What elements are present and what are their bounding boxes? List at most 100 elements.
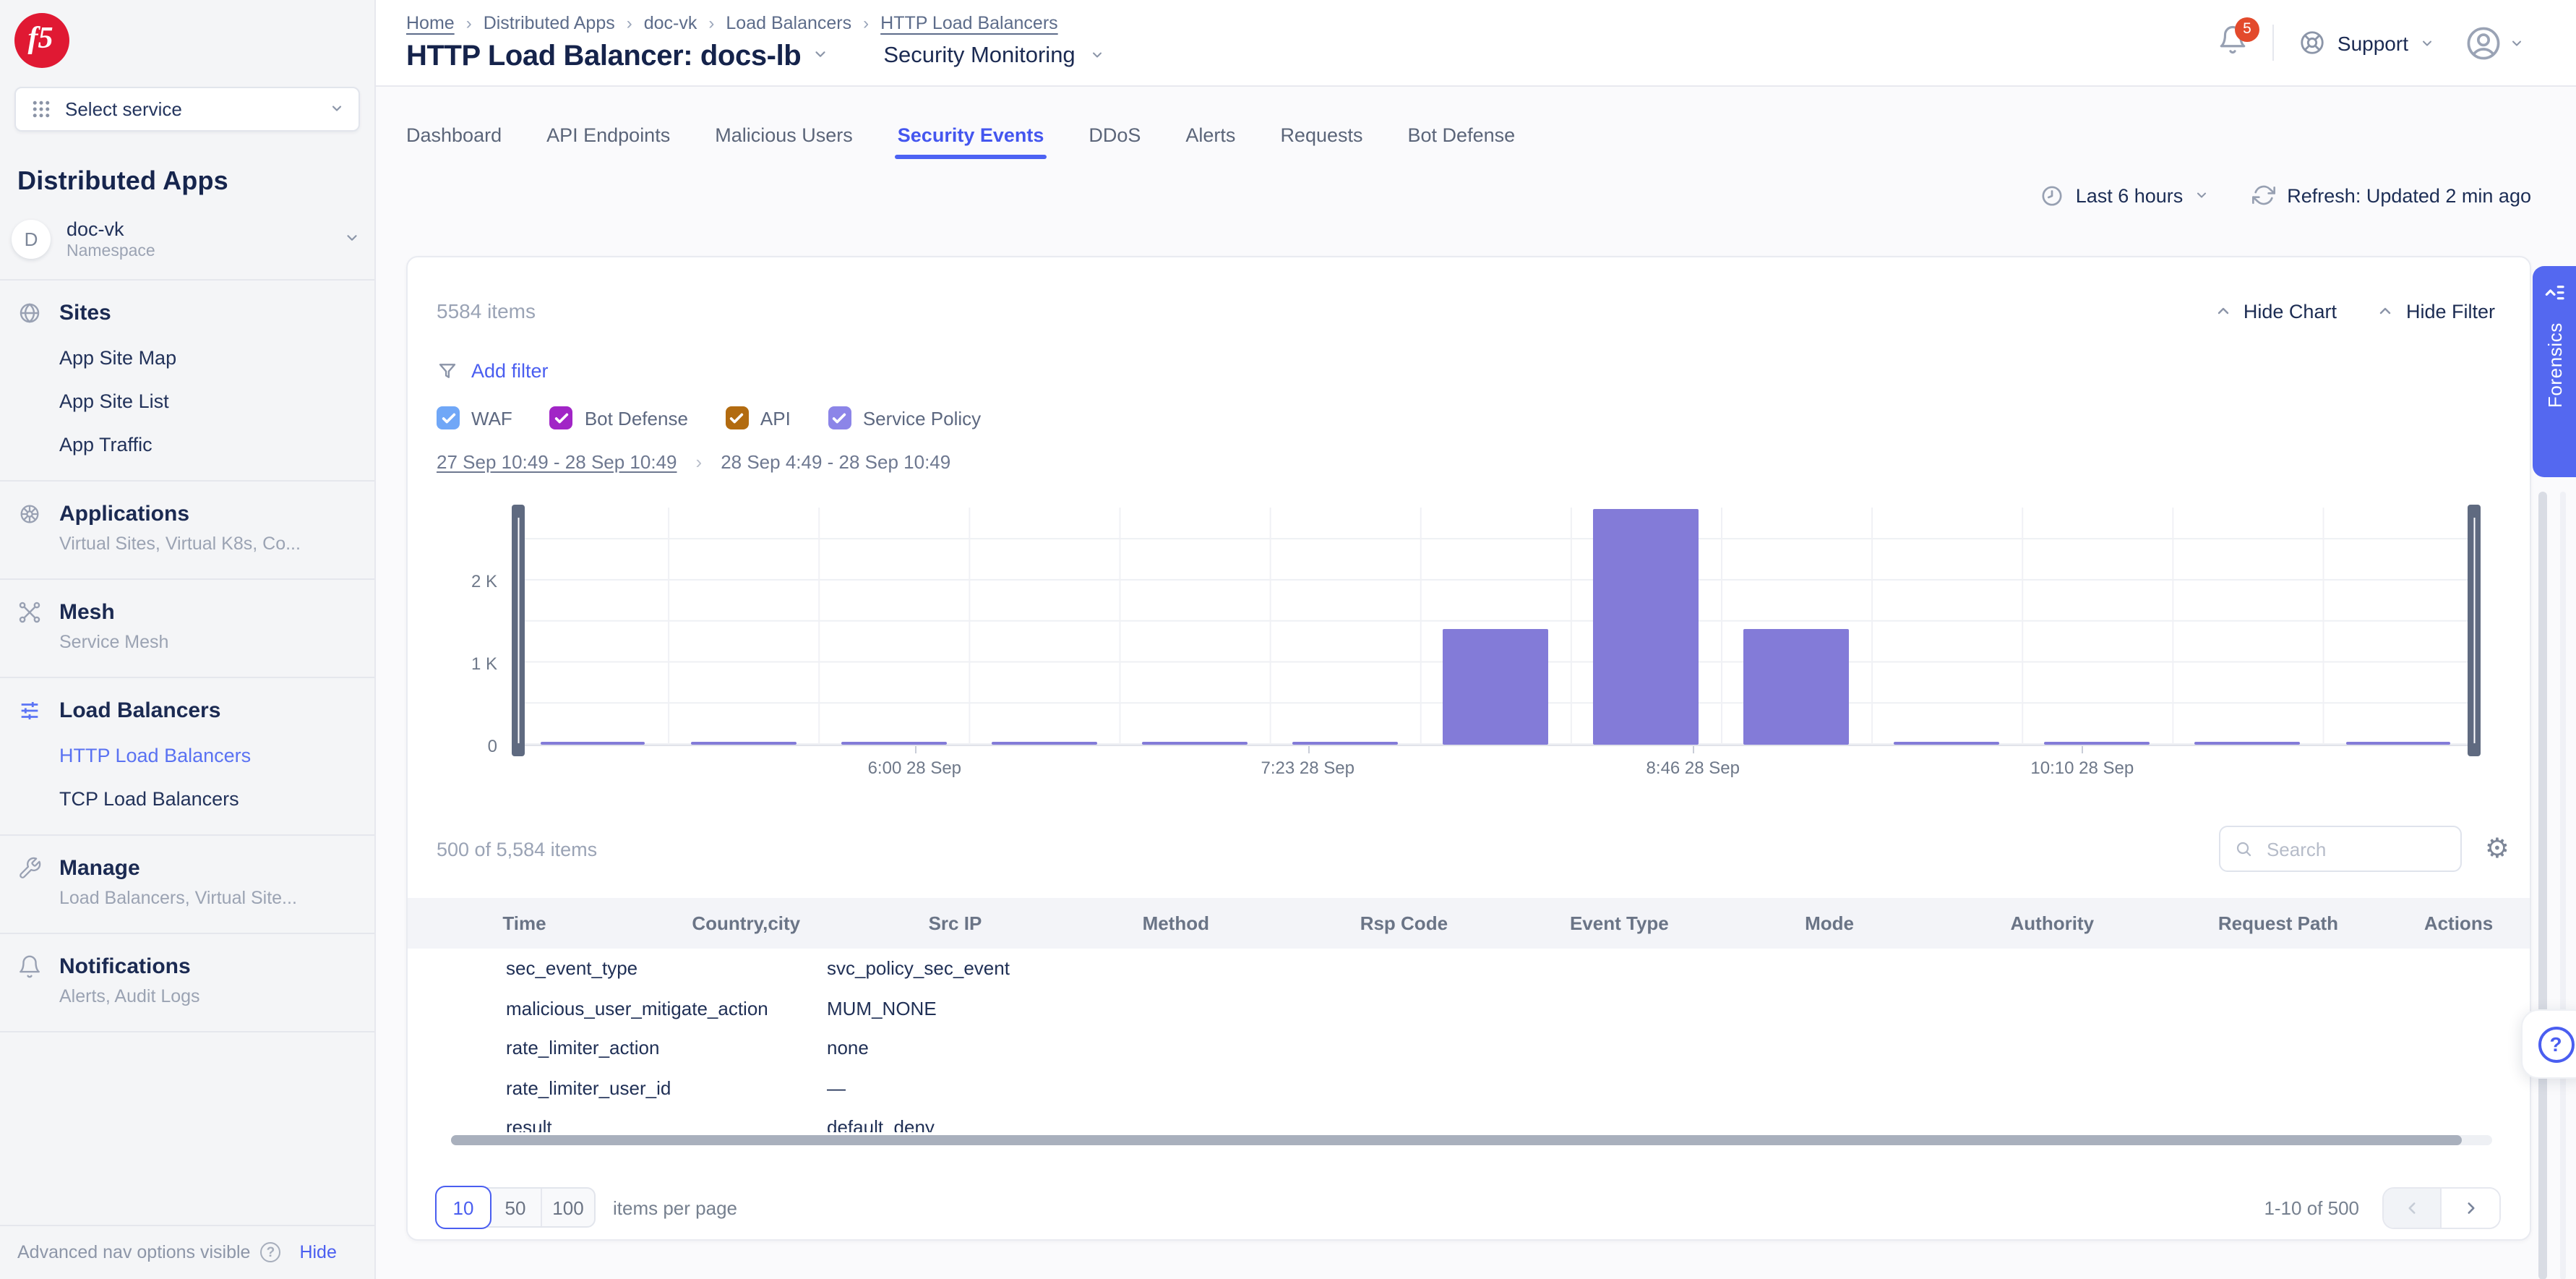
column-header-actions: Actions — [2387, 912, 2530, 934]
filter-checkbox-service-policy[interactable]: Service Policy — [828, 403, 981, 432]
page-size-selector: 1050100 — [437, 1187, 596, 1228]
table-detail-row: sec_event_typesvc_policy_sec_event — [408, 949, 2530, 988]
column-header-mode: Mode — [1723, 912, 1936, 934]
filter-checkbox-bot-defense[interactable]: Bot Defense — [550, 403, 688, 432]
range-slider-left-handle[interactable] — [512, 505, 525, 756]
column-header-src-ip: Src IP — [851, 912, 1060, 934]
tab-ddos[interactable]: DDoS — [1089, 106, 1141, 163]
column-header-event-type: Event Type — [1516, 912, 1724, 934]
vertical-scrollbar-thumb[interactable] — [2538, 492, 2547, 1279]
check-icon — [440, 410, 456, 426]
select-service-label: Select service — [65, 98, 182, 120]
funnel-icon — [437, 359, 458, 381]
tab-bot-defense[interactable]: Bot Defense — [1408, 106, 1516, 163]
breadcrumb-item[interactable]: Distributed Apps — [484, 12, 615, 33]
sidebar-item-http-load-balancers[interactable]: HTTP Load Balancers — [59, 745, 357, 766]
tab-requests[interactable]: Requests — [1280, 106, 1362, 163]
hide-chart-button[interactable]: Hide Chart — [2215, 300, 2337, 322]
chart-bar — [690, 742, 796, 745]
chevron-right-icon: › — [708, 12, 714, 33]
notifications-button[interactable]: 5 — [2217, 24, 2248, 61]
checkbox — [437, 406, 460, 429]
hide-filter-button[interactable]: Hide Filter — [2377, 300, 2495, 322]
f5-logo[interactable]: f5 — [14, 13, 69, 68]
namespace-selector[interactable]: D doc-vk Namespace — [12, 218, 360, 260]
sidebar-section-title[interactable]: Load Balancers — [17, 698, 357, 723]
sidebar-section-title[interactable]: Notifications — [17, 954, 357, 979]
items-count: 5584 items — [437, 299, 536, 322]
main-column: Home›Distributed Apps›doc-vk›Load Balanc… — [376, 0, 2576, 1279]
breadcrumb-item[interactable]: Home — [406, 12, 455, 33]
select-service-dropdown[interactable]: Select service — [14, 87, 360, 132]
tab-malicious-users[interactable]: Malicious Users — [715, 106, 853, 163]
next-page-button[interactable] — [2442, 1188, 2499, 1227]
sidebar-section-subtitle: Alerts, Audit Logs — [59, 986, 357, 1006]
filter-checkbox-waf[interactable]: WAF — [437, 403, 512, 432]
hide-advanced-nav-link[interactable]: Hide — [299, 1242, 336, 1262]
breadcrumb-item[interactable]: Load Balancers — [726, 12, 851, 33]
y-axis-label: 1 K — [408, 654, 497, 674]
tab-dashboard[interactable]: Dashboard — [406, 106, 502, 163]
sidebar-item-tcp-load-balancers[interactable]: TCP Load Balancers — [59, 788, 357, 810]
sidebar-section-notifications: Notifications Alerts, Audit Logs — [0, 934, 374, 1031]
sidebar-section-title[interactable]: Applications — [17, 502, 357, 526]
account-menu[interactable] — [2465, 24, 2524, 61]
sidebar-item-app-site-map[interactable]: App Site Map — [59, 347, 357, 369]
refresh-button[interactable]: Refresh: Updated 2 min ago — [2252, 184, 2531, 207]
tab-api-endpoints[interactable]: API Endpoints — [546, 106, 670, 163]
x-axis-label: 8:46 28 Sep — [1647, 758, 1740, 778]
time-window-full-link[interactable]: 27 Sep 10:49 - 28 Sep 10:49 — [437, 450, 677, 472]
chart-bar — [841, 742, 947, 745]
breadcrumb-item[interactable]: doc-vk — [644, 12, 697, 33]
x-axis-tick — [914, 746, 916, 753]
sidebar-section-title[interactable]: Manage — [17, 856, 357, 881]
column-header-method: Method — [1059, 912, 1292, 934]
detail-value: svc_policy_sec_event — [827, 958, 1010, 980]
time-range-label: Last 6 hours — [2076, 184, 2184, 206]
previous-page-button[interactable] — [2384, 1188, 2442, 1227]
range-slider-right-handle[interactable] — [2468, 505, 2481, 756]
table-summary: 500 of 5,584 items — [437, 838, 597, 860]
check-icon — [729, 410, 745, 426]
sidebar-section-load-balancers: Load Balancers HTTP Load Balancers TCP Loa… — [0, 678, 374, 834]
sidebar-item-app-site-list[interactable]: App Site List — [59, 390, 357, 412]
detail-value: MUM_NONE — [827, 998, 937, 1019]
namespace-type: Namespace — [66, 243, 155, 260]
wheel-icon — [17, 502, 42, 526]
subnav-selector[interactable]: Security Monitoring — [883, 43, 1075, 69]
tab-security-events[interactable]: Security Events — [898, 106, 1044, 163]
filter-checkbox-api[interactable]: API — [726, 403, 791, 432]
table-body: sec_event_typesvc_policy_sec_eventmalici… — [408, 949, 2530, 1132]
table-settings-gear-icon[interactable]: ⚙ — [2485, 835, 2510, 863]
search-input[interactable] — [2264, 837, 2446, 861]
add-filter-button[interactable]: Add filter — [437, 354, 549, 386]
forensics-label: Forensics — [2543, 322, 2565, 408]
chart-bar — [1142, 742, 1248, 745]
sidebar-item-app-traffic[interactable]: App Traffic — [59, 434, 357, 455]
chevron-left-icon — [2403, 1198, 2421, 1217]
chevron-down-icon — [812, 46, 828, 62]
page-size-50[interactable]: 50 — [490, 1189, 542, 1226]
page-size-10[interactable]: 10 — [435, 1186, 491, 1229]
page-size-100[interactable]: 100 — [542, 1189, 594, 1226]
table-detail-row: malicious_user_mitigate_actionMUM_NONE — [408, 988, 2530, 1028]
sidebar-sections: Sites App Site Map App Site List App Traffi… — [0, 281, 374, 1032]
x-axis-label: 6:00 28 Sep — [868, 758, 961, 778]
forensics-side-tab[interactable]: Forensics — [2533, 266, 2576, 477]
help-button[interactable] — [2521, 1009, 2576, 1079]
sidebar-section-title[interactable]: Sites — [17, 301, 357, 325]
vertical-scrollbar-track — [2560, 492, 2566, 1279]
time-range-selector[interactable]: Last 6 hours — [2040, 183, 2210, 208]
sidebar-section-subtitle: Virtual Sites, Virtual K8s, Co... — [59, 534, 357, 554]
breadcrumb-item[interactable]: HTTP Load Balancers — [880, 12, 1058, 33]
sidebar-section-label: Applications — [59, 502, 189, 526]
title-dropdown[interactable] — [812, 43, 828, 69]
support-menu[interactable]: Support — [2298, 29, 2434, 56]
tab-alerts[interactable]: Alerts — [1185, 106, 1235, 163]
checkbox — [828, 406, 851, 429]
sidebar-section-title[interactable]: Mesh — [17, 600, 357, 625]
horizontal-scrollbar-thumb[interactable] — [451, 1135, 2462, 1145]
table-search — [2219, 826, 2462, 872]
checkbox — [726, 406, 749, 429]
filter-label: Service Policy — [863, 407, 981, 429]
